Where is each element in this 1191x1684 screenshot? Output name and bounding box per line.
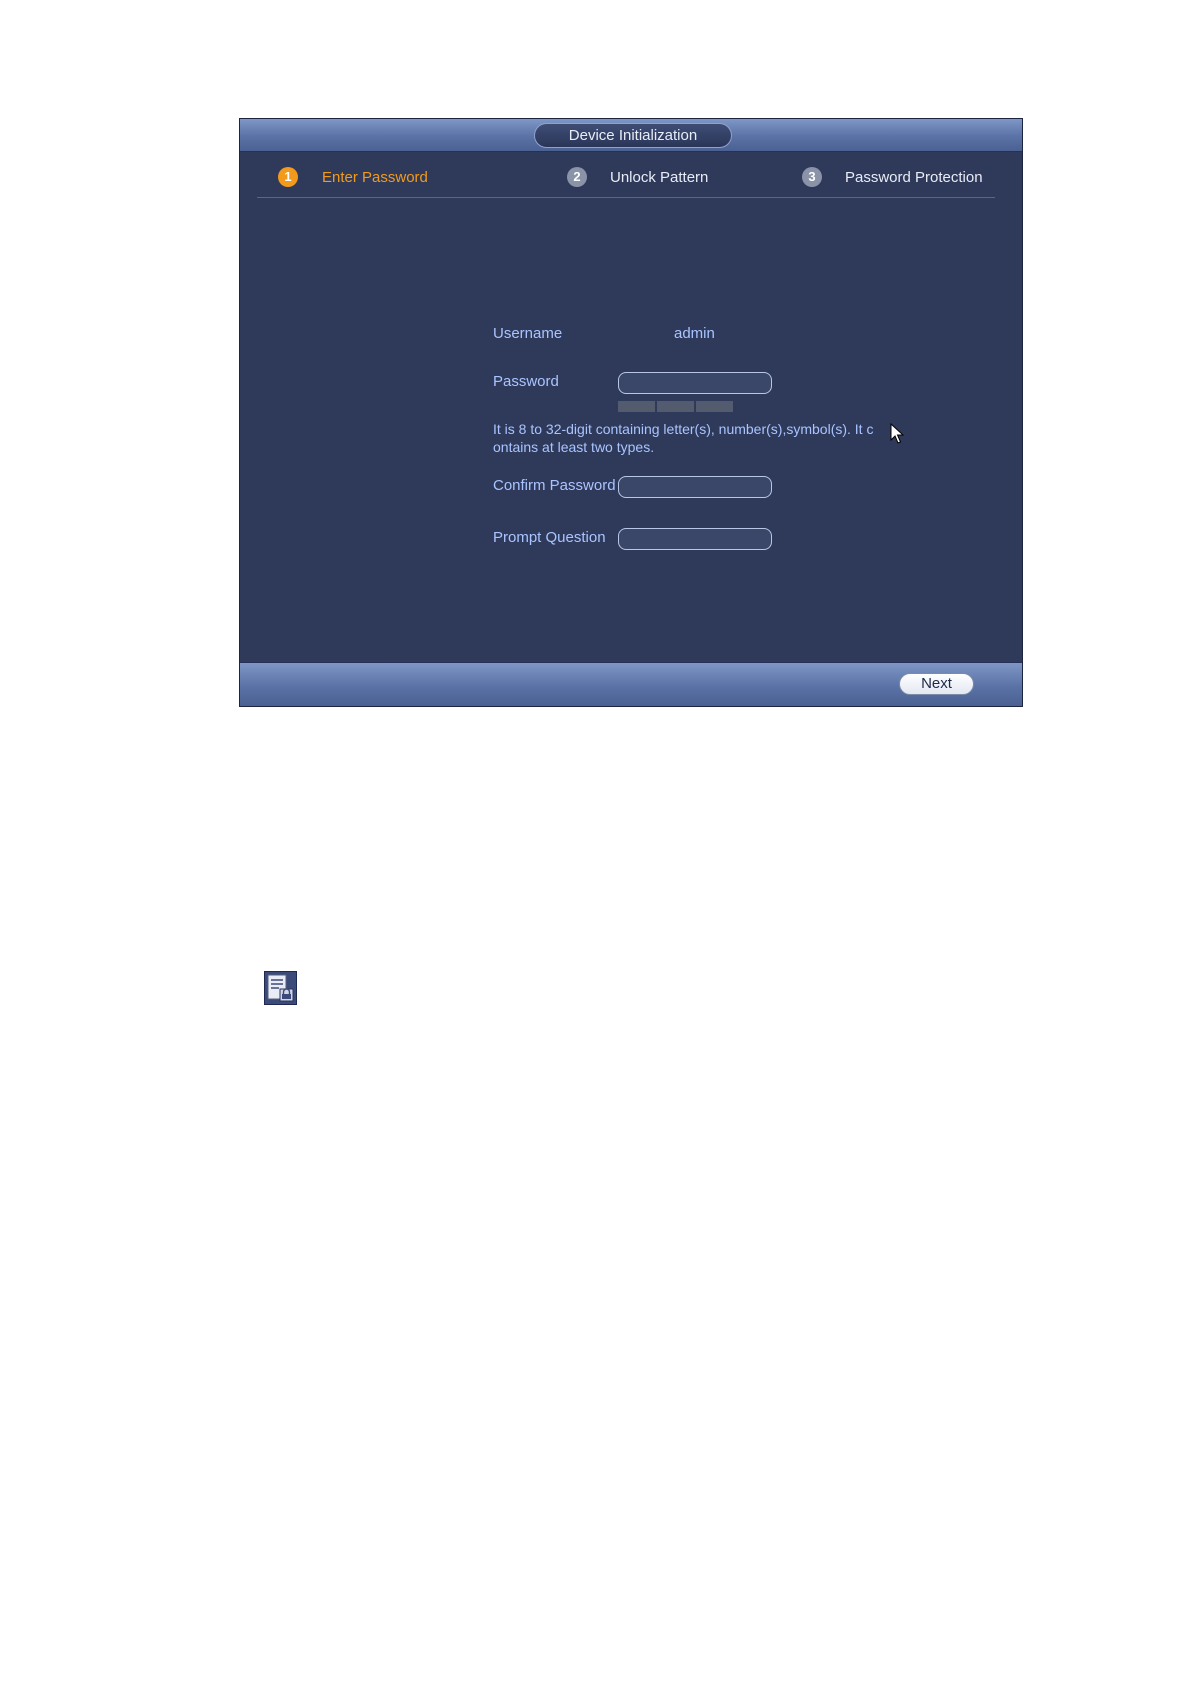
step-number-1: 1	[278, 167, 298, 187]
mouse-cursor-icon	[890, 423, 904, 444]
step-label-enter-password: Enter Password	[322, 168, 428, 186]
strength-segment	[618, 401, 655, 412]
device-initialization-dialog: Device Initialization 1 Enter Password 2…	[239, 118, 1023, 707]
prompt-question-label: Prompt Question	[493, 529, 606, 546]
password-hint: It is 8 to 32-digit containing letter(s)…	[493, 421, 874, 455]
strength-segment	[696, 401, 733, 412]
password-input[interactable]	[618, 372, 772, 394]
username-label: Username	[493, 325, 563, 342]
step-label-unlock-pattern: Unlock Pattern	[610, 168, 709, 186]
confirm-password-input[interactable]	[618, 476, 772, 498]
dialog-footer: Next	[240, 662, 1022, 706]
next-button[interactable]: Next	[899, 673, 974, 695]
password-label: Password	[493, 373, 559, 390]
step-unlock-pattern: 2 Unlock Pattern	[567, 157, 708, 197]
confirm-password-label: Confirm Password	[493, 477, 616, 494]
password-strength-meter	[618, 401, 735, 412]
step-password-protection: 3 Password Protection	[802, 157, 983, 197]
dialog-title: Device Initialization	[534, 123, 732, 148]
note-icon	[264, 971, 297, 1005]
dialog-titlebar: Device Initialization	[240, 119, 1022, 152]
step-enter-password: 1 Enter Password	[278, 157, 428, 197]
username-value: admin	[674, 325, 715, 342]
step-number-3: 3	[802, 167, 822, 187]
prompt-question-input[interactable]	[618, 528, 772, 550]
step-label-password-protection: Password Protection	[845, 168, 983, 186]
strength-segment	[657, 401, 694, 412]
step-indicator: 1 Enter Password 2 Unlock Pattern 3 Pass…	[257, 157, 995, 198]
step-number-2: 2	[567, 167, 587, 187]
